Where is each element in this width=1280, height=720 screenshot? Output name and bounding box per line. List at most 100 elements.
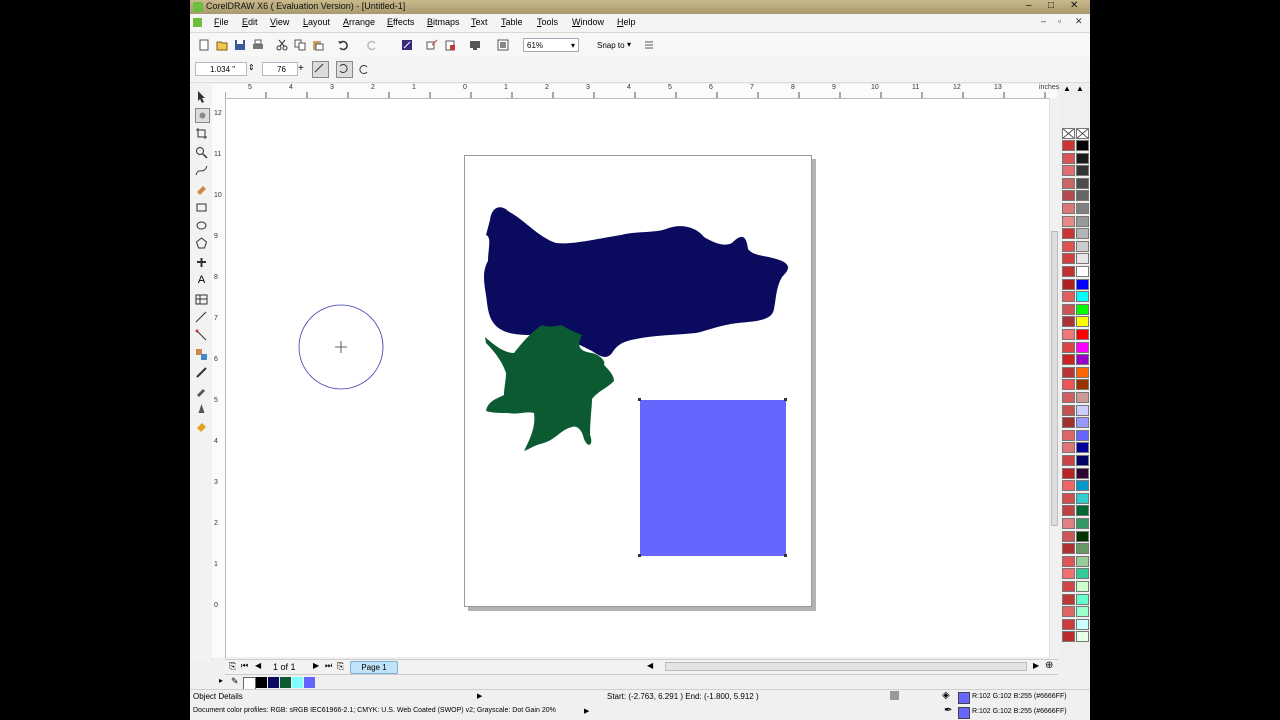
rotate-left-icon[interactable]	[336, 61, 353, 78]
close-icon[interactable]: ✕	[1070, 0, 1078, 11]
scroll-right-icon[interactable]: ▶	[1033, 661, 1039, 670]
ellipse-tool-icon[interactable]	[195, 219, 208, 232]
text-tool-icon[interactable]: A	[195, 274, 208, 287]
menu-effects[interactable]: Effects	[387, 17, 414, 27]
menu-layout[interactable]: Layout	[303, 17, 330, 27]
dimension-tool-icon[interactable]	[195, 311, 208, 324]
palette-swatch[interactable]	[1076, 140, 1089, 151]
open-icon[interactable]	[216, 39, 228, 51]
palette-swatch[interactable]	[1062, 140, 1075, 151]
next-page-icon[interactable]: ▶	[313, 661, 319, 670]
document-palette-swatch[interactable]	[304, 677, 315, 688]
doc-restore-icon[interactable]: ▫	[1058, 16, 1061, 26]
copy-icon[interactable]	[294, 39, 306, 51]
last-page-icon[interactable]: ⏭	[325, 661, 332, 671]
palette-swatch[interactable]	[1062, 215, 1075, 227]
menu-help[interactable]: Help	[617, 17, 636, 27]
basic-shapes-tool-icon[interactable]	[195, 256, 208, 269]
print-icon[interactable]	[252, 39, 264, 51]
palette-swatch[interactable]	[1062, 354, 1075, 366]
polygon-tool-icon[interactable]	[195, 237, 208, 250]
paste-icon[interactable]	[312, 39, 324, 51]
palette-swatch[interactable]	[1062, 253, 1075, 265]
profiles-arrow-icon[interactable]: ▶	[584, 707, 589, 715]
palette-swatch[interactable]	[1076, 366, 1089, 378]
palette-swatch[interactable]	[1076, 467, 1089, 479]
menu-edit[interactable]: Edit	[242, 17, 258, 27]
doc-close-icon[interactable]: ✕	[1075, 16, 1083, 27]
palette-swatch[interactable]	[1062, 152, 1075, 164]
palette-swatch[interactable]	[1076, 316, 1089, 328]
menu-text[interactable]: Text	[471, 17, 488, 27]
palette-swatch[interactable]	[1062, 203, 1075, 214]
palette-swatch[interactable]	[1062, 240, 1075, 252]
palette-swatch[interactable]	[1076, 190, 1089, 202]
options-icon[interactable]	[643, 39, 655, 51]
palette-swatch[interactable]	[1062, 190, 1075, 202]
cut-icon[interactable]	[276, 39, 288, 51]
palette-up-icon[interactable]: ▲	[1076, 84, 1084, 93]
zoom-tool-icon[interactable]	[195, 146, 208, 159]
palette-swatch[interactable]	[1062, 581, 1075, 592]
palette-swatch[interactable]	[1076, 518, 1089, 529]
add-page-before-icon[interactable]: ⎘	[229, 661, 236, 672]
palette-swatch[interactable]	[1062, 404, 1075, 416]
palette-swatch[interactable]	[1076, 215, 1089, 227]
palette-swatch[interactable]	[1076, 429, 1089, 441]
nib-size-field[interactable]: 1.034 "	[195, 62, 247, 76]
eyedropper-icon[interactable]: ✎	[231, 676, 239, 687]
palette-swatch[interactable]	[1076, 278, 1089, 290]
undo-icon[interactable]	[337, 39, 349, 51]
palette-swatch[interactable]	[1076, 240, 1089, 252]
smart-fill-tool-icon[interactable]	[195, 182, 208, 195]
palette-swatch[interactable]	[1076, 165, 1089, 177]
smoothing-field[interactable]: 76	[262, 62, 298, 76]
page-tab-1[interactable]: Page 1	[350, 661, 398, 674]
menu-file[interactable]: File	[214, 17, 229, 27]
palette-swatch[interactable]	[1062, 177, 1075, 189]
blend-tool-icon[interactable]	[195, 348, 208, 361]
shape-tool-icon[interactable]	[195, 108, 210, 123]
previous-page-icon[interactable]: ◀	[255, 661, 261, 670]
rectangle-tool-icon[interactable]	[195, 201, 208, 214]
palette-swatch[interactable]	[1076, 593, 1089, 605]
navigator-zoom-icon[interactable]: ⊕	[1045, 660, 1053, 671]
palette-swatch[interactable]	[1076, 606, 1089, 618]
palette-swatch[interactable]	[1062, 329, 1075, 340]
document-palette-swatch[interactable]	[268, 677, 279, 688]
vertical-scrollbar[interactable]	[1049, 98, 1059, 658]
palette-swatch[interactable]	[1076, 303, 1089, 315]
palette-swatch[interactable]	[1076, 455, 1089, 466]
outline-pen-tool-icon[interactable]	[195, 403, 208, 416]
palette-swatch[interactable]	[1076, 228, 1089, 240]
palette-swatch[interactable]	[1076, 631, 1089, 643]
pick-tool-icon[interactable]	[195, 90, 208, 103]
palette-swatch[interactable]	[1076, 555, 1089, 567]
palette-swatch[interactable]	[1062, 492, 1075, 504]
scroll-left-icon[interactable]: ◀	[647, 661, 653, 670]
document-palette-swatch[interactable]	[256, 677, 267, 688]
horizontal-ruler[interactable]: 5 4 3 2 1 0 1 2 3 4 5 6 7 8 9 10 11 12 1…	[225, 84, 1059, 99]
blue-rectangle[interactable]	[640, 400, 786, 556]
palette-swatch[interactable]	[1062, 631, 1075, 643]
snap-dropdown-arrow-icon[interactable]: ▾	[627, 40, 639, 52]
palette-swatch[interactable]	[1076, 492, 1089, 504]
palette-swatch[interactable]	[1076, 329, 1089, 340]
palette-up-icon[interactable]: ▲	[1063, 84, 1071, 93]
no-color-swatch[interactable]	[1076, 128, 1089, 139]
palette-swatch[interactable]	[1062, 278, 1075, 290]
palette-swatch[interactable]	[1062, 165, 1075, 177]
export-icon[interactable]	[426, 39, 438, 51]
navy-blob[interactable]	[484, 207, 788, 357]
palette-swatch[interactable]	[1062, 266, 1075, 277]
document-palette-swatch[interactable]	[292, 677, 303, 688]
palette-swatch[interactable]	[1062, 392, 1075, 403]
details-arrow-icon[interactable]: ▶	[477, 692, 482, 700]
menu-table[interactable]: Table	[501, 17, 523, 27]
fill-color-swatch[interactable]	[958, 692, 970, 704]
palette-swatch[interactable]	[1062, 455, 1075, 466]
palette-swatch[interactable]	[1062, 606, 1075, 618]
palette-swatch[interactable]	[1062, 543, 1075, 555]
no-color-swatch[interactable]	[1062, 128, 1075, 139]
doc-minimize-icon[interactable]: –	[1041, 16, 1046, 26]
